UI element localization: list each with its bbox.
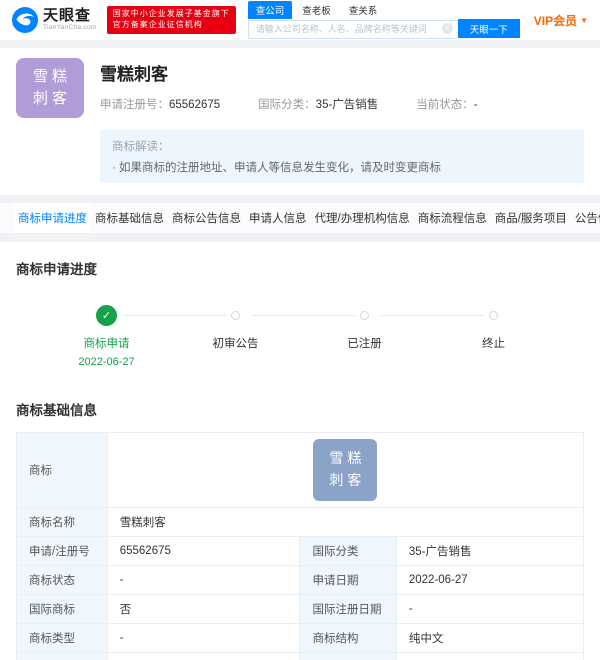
table-row: 商标形式 - 优先权日期? - [16, 652, 585, 660]
row-label-cell: 商标状态 [16, 565, 108, 595]
application-progress-stepper: ✓ 商标申请 2022-06-27 初审公告 已注册 终止 [16, 304, 584, 369]
search-tab-boss[interactable]: 查老板 [294, 1, 339, 19]
tab-announcement-info[interactable]: 商标公告信息 [168, 203, 245, 233]
table-row: 商标 雪糕 刺客 [16, 432, 585, 508]
vip-label: VIP会员 [533, 13, 578, 28]
gov-badge-line2: 官方备案企业征信机构 [112, 20, 203, 29]
clear-search-icon[interactable]: ✕ [441, 23, 453, 35]
brand-name: 天眼查 [43, 7, 92, 25]
top-header: 天眼查 TianYanCha.com 国家中小企业发展子基金旗下 官方备案企业征… [0, 0, 600, 40]
row-value-cell: 雪糕刺客 [106, 507, 585, 537]
row-value-cell: 2022-06-27 [395, 565, 585, 595]
vip-member-link[interactable]: VIP会员 ▼ [534, 12, 588, 29]
pending-circle-icon [231, 310, 240, 320]
trademark-summary-card: 雪糕 刺客 雪糕刺客 申请注册号：65562675 国际分类：35-广告销售 当… [0, 48, 600, 195]
row-value-cell: - [395, 652, 585, 660]
pending-circle-icon [489, 310, 498, 320]
table-row: 商标状态 - 申请日期 2022-06-27 [16, 565, 585, 595]
trademark-logo-badge: 雪糕 刺客 [16, 58, 84, 118]
interpretation-title: 商标解读： [112, 141, 170, 153]
gov-certification-badge: 国家中小企业发展子基金旗下 官方备案企业征信机构 [106, 6, 236, 34]
search-input[interactable] [247, 19, 458, 39]
table-row: 申请/注册号 65562675 国际分类 35-广告销售 [16, 536, 585, 566]
trademark-image-cell: 雪糕 刺客 [106, 432, 585, 508]
row-label-cell: 商标名称 [16, 507, 108, 537]
row-label-cell: 商标类型 [16, 623, 108, 653]
tianyancha-logo[interactable]: 天眼查 TianYanCha.com [12, 7, 97, 33]
row-label-cell: 优先权日期? [299, 652, 397, 660]
row-value-cell: - [106, 565, 301, 595]
brand-domain: TianYanCha.com [43, 24, 97, 32]
row-label-cell: 申请日期 [299, 565, 397, 595]
search-tabs: 查公司 查老板 查关系 [247, 1, 520, 20]
page-title: 雪糕刺客 [100, 65, 168, 84]
trademark-meta-row: 申请注册号：65562675 国际分类：35-广告销售 当前状态：- [100, 96, 584, 112]
table-row: 国际商标 否 国际注册日期 - [16, 594, 585, 624]
tab-applicant-info[interactable]: 申请人信息 [245, 203, 311, 233]
row-label-cell: 申请/注册号 [16, 536, 108, 566]
row-label-cell: 国际商标 [16, 594, 108, 624]
basic-info-table: 商标 雪糕 刺客 商标名称 雪糕刺客 申请/注册号 65562675 国际分类 … [16, 432, 585, 660]
row-label-cell: 商标 [16, 432, 108, 508]
meta-current-status: 当前状态：- [416, 99, 478, 111]
tab-application-progress[interactable]: 商标申请进度 [14, 203, 91, 233]
search-button[interactable]: 天眼一下 [457, 19, 520, 39]
search-tab-relation[interactable]: 查关系 [341, 1, 386, 19]
step-registered: 已注册 [300, 304, 484, 369]
interpretation-item: 如果商标的注册地址、申请人等信息发生变化，请及时变更商标 [112, 159, 572, 175]
tab-basic-info[interactable]: 商标基础信息 [91, 203, 168, 233]
row-value-cell: - [106, 623, 301, 653]
row-label-cell: 国际注册日期 [299, 594, 397, 624]
section-tab-bar: 商标申请进度 商标基础信息 商标公告信息 申请人信息 代理/办理机构信息 商标流… [0, 203, 600, 234]
search-tab-company[interactable]: 查公司 [247, 1, 293, 20]
tab-goods-services[interactable]: 商品/服务项目 [491, 203, 571, 233]
row-value-cell: - [106, 652, 301, 660]
tab-process-info[interactable]: 商标流程信息 [414, 203, 491, 233]
search-area: 查公司 查老板 查关系 ✕ 天眼一下 [247, 1, 520, 39]
tianyancha-logo-icon [12, 7, 38, 33]
basic-info-section-heading: 商标基础信息 [16, 403, 97, 418]
row-value-cell: 35-广告销售 [395, 536, 585, 566]
tab-gazette-info[interactable]: 公告信息 [571, 203, 600, 233]
gov-badge-line1: 国家中小企业发展子基金旗下 [112, 9, 230, 19]
chevron-down-icon: ▼ [580, 15, 588, 25]
row-value-cell: 65562675 [106, 536, 301, 566]
main-content-card: 商标申请进度 ✓ 商标申请 2022-06-27 初审公告 已注册 终止 商标基… [0, 242, 600, 660]
row-value-cell: - [395, 594, 585, 624]
pending-circle-icon [360, 310, 369, 320]
tab-agency-info[interactable]: 代理/办理机构信息 [311, 203, 414, 233]
row-label-cell: 商标结构 [299, 623, 397, 653]
trademark-image[interactable]: 雪糕 刺客 [313, 439, 378, 501]
trademark-badge-line1: 雪糕 [32, 67, 71, 85]
trademark-interpretation-box: 商标解读： 如果商标的注册地址、申请人等信息发生变化，请及时变更商标 [100, 130, 584, 183]
step-preliminary-announcement: 初审公告 [171, 304, 355, 369]
progress-section-heading: 商标申请进度 [16, 262, 97, 277]
trademark-badge-line2: 刺客 [32, 90, 71, 107]
table-row: 商标名称 雪糕刺客 [16, 507, 585, 537]
table-row: 商标类型 - 商标结构 纯中文 [16, 623, 585, 653]
meta-intl-class: 国际分类：35-广告销售 [258, 99, 379, 111]
row-label-cell: 国际分类 [299, 536, 397, 566]
step-application: ✓ 商标申请 2022-06-27 [42, 304, 226, 369]
step-date: 2022-06-27 [78, 356, 135, 368]
meta-reg-number: 申请注册号：65562675 [100, 99, 221, 111]
row-label-cell: 商标形式 [16, 652, 108, 660]
check-icon: ✓ [96, 304, 117, 326]
row-value-cell: 纯中文 [395, 623, 585, 653]
row-value-cell: 否 [106, 594, 301, 624]
step-terminated: 终止 [429, 304, 558, 369]
